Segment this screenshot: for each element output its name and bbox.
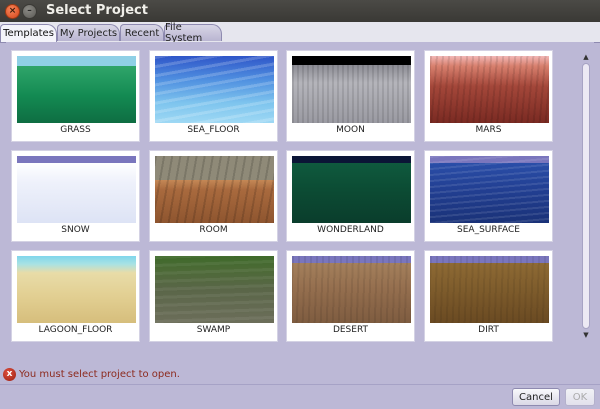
template-label: GRASS [60, 125, 91, 135]
template-label: SEA_SURFACE [457, 225, 520, 235]
template-tile-sea-surface[interactable]: SEA_SURFACE [424, 150, 553, 242]
tab-label: Templates [3, 28, 54, 39]
wonderland-thumbnail [292, 156, 411, 223]
sea-floor-thumbnail [155, 56, 274, 123]
template-label: SWAMP [196, 325, 231, 335]
ok-button[interactable]: OK [565, 388, 595, 406]
vertical-scrollbar[interactable]: ▲ ▼ [580, 52, 592, 340]
template-tile-wonderland[interactable]: WONDERLAND [286, 150, 415, 242]
dialog-footer: Cancel OK [0, 385, 600, 409]
scroll-up-icon[interactable]: ▲ [580, 52, 592, 62]
status-message-row: x You must select project to open. [3, 367, 180, 381]
template-label: MARS [475, 125, 502, 135]
lagoon-floor-thumbnail [17, 256, 136, 323]
sea-surface-thumbnail [430, 156, 549, 223]
snow-thumbnail [17, 156, 136, 223]
tab-label: Recent [124, 27, 160, 39]
template-tile-snow[interactable]: SNOW [11, 150, 140, 242]
template-label: MOON [336, 125, 365, 135]
template-tile-mars[interactable]: MARS [424, 50, 553, 142]
dirt-thumbnail [430, 256, 549, 323]
tab-my-projects[interactable]: My Projects [57, 24, 120, 41]
window-title: Select Project [46, 3, 148, 18]
tab-label: File System [165, 22, 203, 44]
template-tile-sea-floor[interactable]: SEA_FLOOR [149, 50, 278, 142]
error-icon: x [3, 367, 16, 381]
tab-recent[interactable]: Recent [120, 24, 164, 41]
template-tile-room[interactable]: ROOM [149, 150, 278, 242]
cancel-button[interactable]: Cancel [512, 388, 560, 406]
template-tile-grass[interactable]: GRASS [11, 50, 140, 142]
grass-thumbnail [17, 56, 136, 123]
templates-panel: GRASS SEA_FLOOR MOON MARS SNOW ROOM WOND… [6, 42, 594, 357]
close-icon: × [8, 6, 17, 16]
template-tile-dirt[interactable]: DIRT [424, 250, 553, 342]
template-label: DIRT [478, 325, 499, 335]
ok-label: OK [572, 391, 588, 403]
desert-thumbnail [292, 256, 411, 323]
window-close-button[interactable]: × [5, 4, 20, 19]
tab-templates[interactable]: Templates [0, 24, 57, 42]
tab-strip: Templates My Projects Recent File System [0, 22, 600, 44]
scrollbar-thumb[interactable] [582, 63, 590, 329]
template-label: WONDERLAND [317, 225, 384, 235]
scroll-down-icon[interactable]: ▼ [580, 330, 592, 340]
swamp-thumbnail [155, 256, 274, 323]
room-thumbnail [155, 156, 274, 223]
tab-label: My Projects [59, 27, 118, 39]
minimize-icon: – [27, 6, 32, 16]
template-tile-lagoon-floor[interactable]: LAGOON_FLOOR [11, 250, 140, 342]
template-label: ROOM [199, 225, 228, 235]
template-label: SNOW [61, 225, 90, 235]
template-grid: GRASS SEA_FLOOR MOON MARS SNOW ROOM WOND… [11, 50, 571, 352]
template-tile-desert[interactable]: DESERT [286, 250, 415, 342]
cancel-label: Cancel [519, 391, 553, 403]
template-tile-moon[interactable]: MOON [286, 50, 415, 142]
template-label: DESERT [332, 325, 369, 335]
mars-thumbnail [430, 56, 549, 123]
window-minimize-button[interactable]: – [22, 4, 37, 19]
template-label: LAGOON_FLOOR [38, 325, 113, 335]
template-tile-swamp[interactable]: SWAMP [149, 250, 278, 342]
template-label: SEA_FLOOR [187, 125, 240, 135]
tab-file-system[interactable]: File System [164, 22, 222, 44]
status-message: You must select project to open. [19, 368, 180, 380]
title-bar: × – Select Project [0, 0, 600, 22]
moon-thumbnail [292, 56, 411, 123]
